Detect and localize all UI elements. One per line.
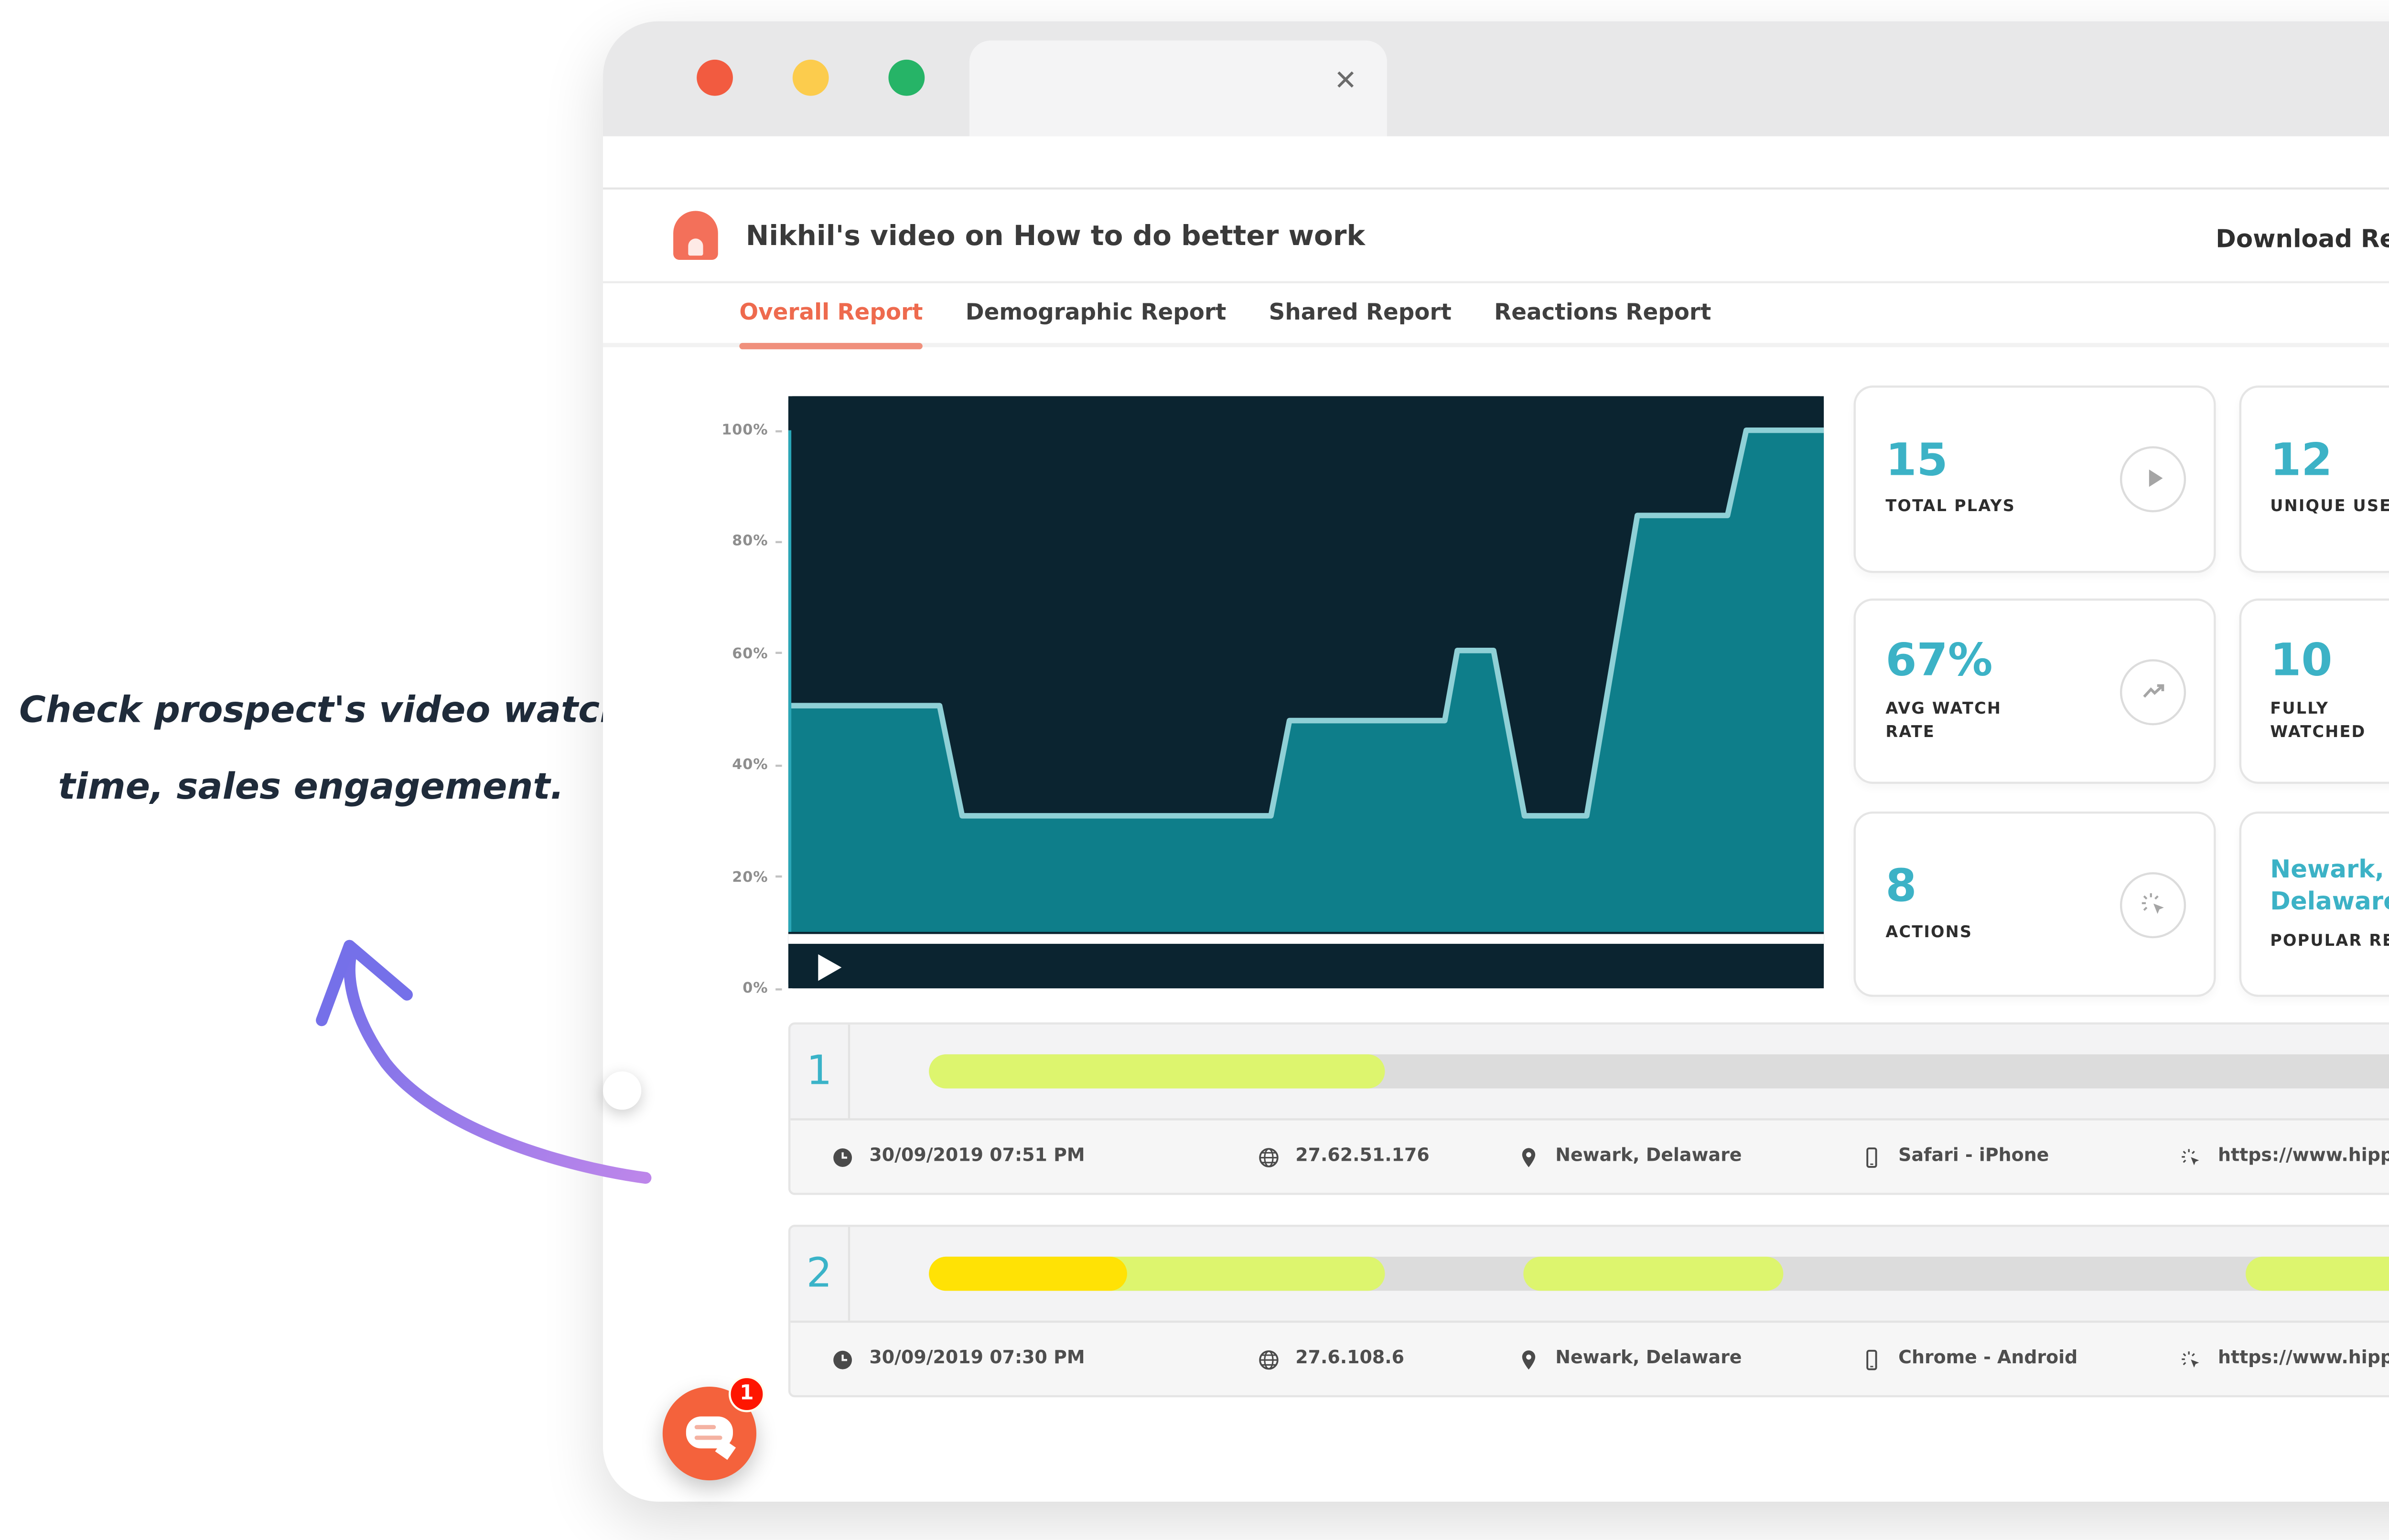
play-button[interactable]	[806, 937, 870, 988]
y-axis-label: 60%	[679, 643, 782, 664]
close-button[interactable]	[697, 60, 733, 96]
viewer-location: Newark, Delaware	[1517, 1145, 1860, 1168]
globe-icon	[1257, 1347, 1281, 1370]
browser-window: ✕ Nikhil's video on How to do better wor…	[603, 21, 2389, 1502]
y-axis-label: 20%	[679, 866, 782, 888]
annotation-left-line1: Check prospect's video watch	[0, 684, 645, 741]
viewer-rank: 1	[790, 1025, 850, 1118]
left-arrow	[350, 952, 646, 1178]
stat-card-avg-watch-rate: 67%AVG WATCH RATE	[1854, 599, 2216, 785]
browser-tab[interactable]: ✕	[969, 41, 1387, 137]
viewer-ip: 27.62.51.176	[1257, 1145, 1517, 1168]
hippo-video-logo-icon	[673, 211, 718, 260]
tab-shared-report[interactable]: Shared Report	[1269, 283, 1452, 343]
click-icon	[2180, 1145, 2203, 1168]
phone-icon	[1860, 1347, 1883, 1370]
pin-icon	[1517, 1145, 1540, 1168]
watched-segment	[1523, 1257, 1784, 1291]
download-report-button[interactable]: Download Report	[2216, 224, 2389, 253]
report-header: Nikhil's video on How to do better work …	[603, 190, 2389, 283]
stat-value: Newark, Delaware	[2270, 855, 2389, 918]
viewer-ip: 27.6.108.6	[1257, 1347, 1517, 1370]
y-axis-label: 80%	[679, 531, 782, 553]
stat-card-actions: 8ACTIONS	[1854, 811, 2216, 997]
arrow-anchor-dot	[603, 1071, 641, 1110]
watch-heatmap-chart	[788, 396, 1824, 988]
stat-label: POPULAR REGION	[2270, 929, 2389, 954]
viewer-rank: 2	[790, 1227, 850, 1320]
stat-card-fully-watched: 10 FULLY WATCHED	[2238, 599, 2389, 785]
stat-label: FULLY WATCHED	[2270, 695, 2389, 745]
watched-segment	[929, 1257, 1128, 1291]
viewer-row[interactable]: 251%30/09/2019 07:30 PM27.6.108.6Newark,…	[788, 1225, 2389, 1397]
page-title: Nikhil's video on How to do better work	[746, 222, 1365, 254]
y-axis-label: 100%	[679, 419, 782, 441]
stat-card-total-plays: 15TOTAL PLAYS	[1854, 385, 2216, 572]
stat-label: UNIQUE USERS	[2270, 495, 2389, 520]
zoom-button[interactable]	[888, 60, 925, 96]
play-icon	[2120, 446, 2186, 512]
viewer-device: Chrome - Android	[1860, 1347, 2180, 1370]
stat-value: 10	[2270, 638, 2389, 684]
trend-icon	[2120, 659, 2186, 725]
y-axis-label: 40%	[679, 754, 782, 776]
viewer-source[interactable]: https://www.hippovideo.io/...	[2180, 1145, 2389, 1168]
clock-icon	[831, 1145, 854, 1168]
left-arrow-head	[322, 946, 407, 1020]
watched-segment	[929, 1054, 1385, 1088]
trend-icon	[2138, 676, 2168, 706]
viewer-row[interactable]: 117%30/09/2019 07:51 PM27.62.51.176Newar…	[788, 1022, 2389, 1195]
clock-icon	[831, 1347, 854, 1370]
stat-value: 12	[2270, 438, 2389, 484]
browser-toolbar	[603, 136, 2389, 189]
click-icon	[2120, 871, 2186, 937]
click-icon	[2138, 889, 2168, 919]
viewer-source[interactable]: https://www.hippovideo.io/...	[2180, 1347, 2389, 1370]
viewed-time: 30/09/2019 07:51 PM	[831, 1145, 1257, 1168]
viewer-location: Newark, Delaware	[1517, 1347, 1860, 1370]
viewed-time: 30/09/2019 07:30 PM	[831, 1347, 1257, 1370]
stats-grid: 15TOTAL PLAYS 12 UNIQUE USERS 67%AVG WATCH …	[1854, 385, 2389, 997]
watched-segment	[2245, 1257, 2389, 1291]
report-tabs: Overall Report Demographic Report Shared R…	[603, 283, 2389, 347]
tab-close-icon[interactable]: ✕	[1334, 68, 1357, 96]
chat-widget-button[interactable]: 1	[663, 1387, 756, 1480]
annotation-left-line2: time, sales engagement.	[39, 760, 583, 818]
globe-icon	[1257, 1145, 1281, 1168]
pin-icon	[1517, 1347, 1540, 1370]
video-player[interactable]	[788, 396, 1824, 988]
play-icon	[2138, 464, 2168, 493]
watch-progress-bar	[929, 1257, 2389, 1291]
stat-card-unique-users: 12 UNIQUE USERS	[2238, 385, 2389, 572]
page: Check prospect's video watch time, sales…	[0, 0, 2389, 1540]
stat-card-popular-region: Newark, Delaware POPULAR REGION	[2238, 811, 2389, 997]
viewer-device: Safari - iPhone	[1860, 1145, 2180, 1168]
minimize-button[interactable]	[793, 60, 829, 96]
phone-icon	[1860, 1145, 1883, 1168]
tab-demographic-report[interactable]: Demographic Report	[966, 283, 1227, 343]
notification-badge: 1	[729, 1376, 765, 1412]
download-report-label: Download Report	[2216, 224, 2389, 253]
watch-progress-bar	[929, 1054, 2389, 1088]
click-icon	[2180, 1347, 2203, 1370]
annotation-left: Check prospect's video watch time, sales…	[0, 684, 622, 818]
tab-reactions-report[interactable]: Reactions Report	[1494, 283, 1711, 343]
y-axis-label: 0%	[679, 978, 782, 999]
browser-chrome-bar: ✕	[603, 21, 2389, 137]
tab-overall-report[interactable]: Overall Report	[739, 283, 923, 343]
